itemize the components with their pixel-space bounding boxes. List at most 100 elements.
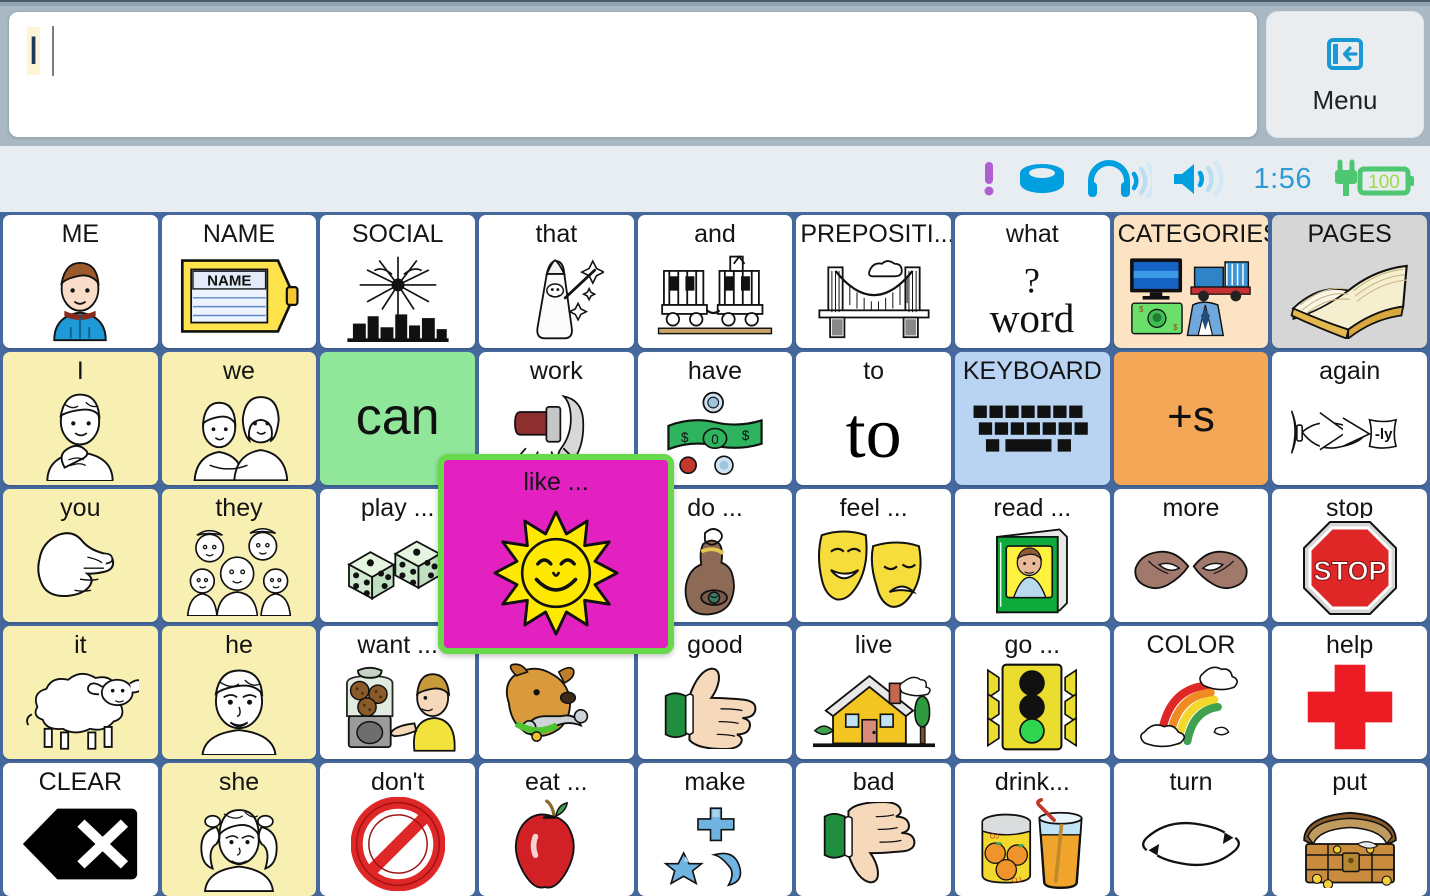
- selected-cell-like[interactable]: like ...: [438, 454, 674, 654]
- board-cell-label: that: [535, 220, 578, 248]
- board-cell-label: they: [215, 494, 263, 522]
- status-time: 1:56: [1253, 162, 1312, 195]
- board-cell-label: good: [687, 631, 743, 659]
- board-cell-stop[interactable]: stop STOP: [1272, 489, 1427, 622]
- board-cell-i[interactable]: I: [3, 352, 158, 485]
- board-cell-keyboard[interactable]: KEYBOARD: [955, 352, 1110, 485]
- board-cell-label: he: [225, 631, 253, 659]
- keyboard-icon: [955, 384, 1110, 485]
- board-cell-label: COLOR: [1146, 631, 1236, 659]
- svg-text:$: $: [742, 428, 750, 443]
- board-cell-prepositi[interactable]: PREPOSITI...: [796, 215, 951, 348]
- board-cell-you[interactable]: you: [3, 489, 158, 622]
- board-cell-label: KEYBOARD: [962, 357, 1102, 385]
- board-cell-turn[interactable]: turn: [1113, 763, 1269, 896]
- board-cell-label: don't: [370, 768, 425, 796]
- board-cell-put[interactable]: put: [1272, 763, 1427, 896]
- red-cross-icon: [1272, 658, 1427, 759]
- board-cell-don-t[interactable]: don't: [320, 763, 475, 896]
- board-cell-and[interactable]: and: [637, 215, 793, 348]
- battery-charging-icon[interactable]: 100: [1330, 158, 1416, 200]
- board-cell-we[interactable]: we: [161, 352, 317, 485]
- board-cell-again[interactable]: again -ly: [1272, 352, 1427, 485]
- board-cell-what[interactable]: what ? word: [955, 215, 1110, 348]
- message-input[interactable]: I: [8, 11, 1258, 138]
- prohibited-sign-icon: [320, 795, 475, 896]
- menu-button-label: Menu: [1312, 84, 1378, 115]
- board-cell-label: I: [76, 357, 84, 385]
- wizard-wand-icon: [479, 247, 634, 348]
- communication-grid: ME NAME NAME SOCIAL that and PREPOSITI..…: [0, 212, 1430, 896]
- dog-bone-icon: [479, 658, 634, 759]
- board-cell-label: live: [854, 631, 893, 659]
- thumbs-up-icon: [638, 658, 793, 759]
- board-cell-label: put: [1332, 768, 1368, 796]
- board-cell-eat[interactable]: eat ...: [479, 763, 634, 896]
- board-cell-clear[interactable]: CLEAR: [3, 763, 158, 896]
- rainbow-icon: [1114, 658, 1269, 759]
- juice-can-glass-icon: OJ OJ: [955, 795, 1110, 896]
- board-cell-that[interactable]: that: [479, 215, 634, 348]
- volume-icon[interactable]: [1170, 159, 1236, 199]
- board-cell-it[interactable]: it: [3, 626, 158, 759]
- alert-icon[interactable]: [980, 159, 998, 199]
- stop-sign-icon: STOP: [1272, 518, 1427, 622]
- board-cell-label: bad: [852, 768, 895, 796]
- board-cell-drink[interactable]: drink... OJ OJ: [955, 763, 1110, 896]
- board-cell-name[interactable]: NAME NAME: [161, 215, 317, 348]
- board-cell-categories[interactable]: CATEGORIES $ $: [1113, 215, 1269, 348]
- board-cell-label: SOCIAL: [351, 220, 444, 248]
- smiling-sun-icon: [444, 497, 668, 648]
- menu-button[interactable]: Menu: [1266, 11, 1424, 138]
- board-cell-color[interactable]: COLOR: [1113, 626, 1269, 759]
- message-text: I: [27, 27, 41, 75]
- drama-masks-icon: [796, 521, 951, 622]
- board-cell-label: read ...: [993, 494, 1072, 522]
- board-cell-label: we: [223, 357, 255, 385]
- board-cell-label: have: [687, 357, 743, 385]
- svg-text:$: $: [1139, 305, 1144, 314]
- board-cell-she[interactable]: she: [161, 763, 317, 896]
- pointing-hand-icon: [3, 521, 158, 622]
- headphones-icon[interactable]: [1086, 159, 1152, 199]
- board-cell-go[interactable]: go ...: [955, 626, 1110, 759]
- svg-text:$: $: [1173, 323, 1178, 332]
- speaker-puck-icon[interactable]: [1016, 159, 1068, 199]
- tv-truck-money-suit-icon: $ $: [1114, 247, 1269, 348]
- board-cell-he[interactable]: he: [161, 626, 317, 759]
- board-cell-pages[interactable]: PAGES: [1272, 215, 1427, 348]
- board-cell-they[interactable]: they: [161, 489, 317, 622]
- board-cell-label: make: [684, 768, 746, 796]
- board-cell-read[interactable]: read ...: [955, 489, 1110, 622]
- bridge-icon: [796, 247, 951, 348]
- boy-face-icon: [162, 658, 317, 759]
- message-bar: I Menu: [0, 6, 1430, 146]
- treasure-chest-icon: [1272, 795, 1427, 896]
- board-cell-me[interactable]: ME: [3, 215, 158, 348]
- board-cell-more[interactable]: more: [1113, 489, 1269, 622]
- green-book-icon: [955, 521, 1110, 622]
- fireworks-icon: [320, 247, 475, 348]
- board-cell-live[interactable]: live: [796, 626, 951, 759]
- board-cell-label: do ...: [687, 494, 743, 522]
- board-cell-feel[interactable]: feel ...: [796, 489, 951, 622]
- board-cell-s[interactable]: +s+s: [1113, 352, 1269, 485]
- board-cell-make[interactable]: make: [637, 763, 793, 896]
- board-cell-label: again: [1319, 357, 1381, 385]
- board-cell-bad[interactable]: bad: [796, 763, 951, 896]
- child-self-point-icon: [3, 384, 158, 485]
- open-book-icon: [1272, 247, 1427, 348]
- board-cell-social[interactable]: SOCIAL: [320, 215, 475, 348]
- text-caret: [52, 26, 55, 76]
- board-cell-help[interactable]: help: [1272, 626, 1427, 759]
- board-cell-label: PREPOSITI...: [800, 220, 951, 248]
- backspace-x-icon: [3, 795, 158, 896]
- board-cell-label: go ...: [1004, 631, 1061, 659]
- yellow-house-icon: [796, 658, 951, 759]
- board-cell-label: eat ...: [525, 768, 588, 796]
- svg-text:NAME: NAME: [207, 272, 251, 289]
- rotate-arrows-icon: [1114, 795, 1269, 896]
- sheep-icon: [3, 658, 158, 759]
- board-cell-to[interactable]: to to: [796, 352, 951, 485]
- blue-shapes-icon: [638, 795, 793, 896]
